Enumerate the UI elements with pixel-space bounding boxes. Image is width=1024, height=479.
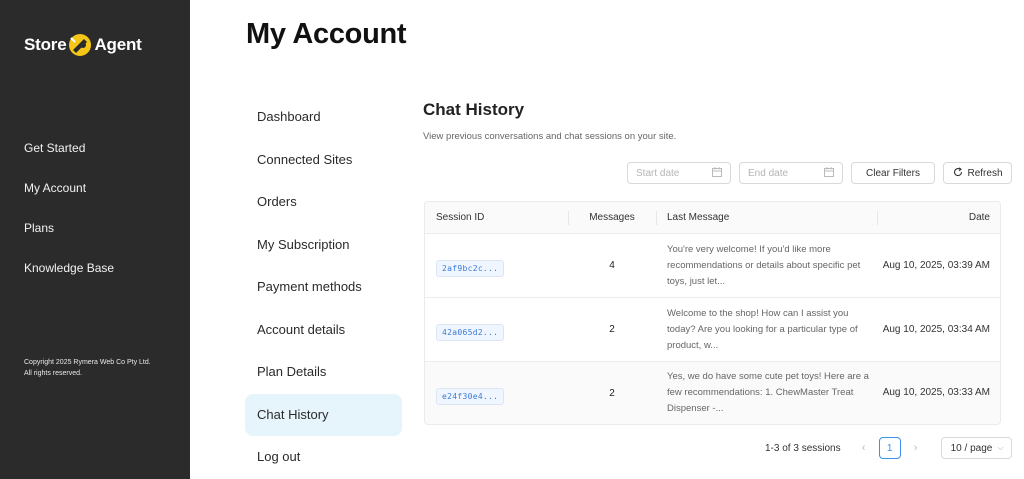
session-date: Aug 10, 2025, 03:39 AM [882, 259, 990, 271]
copyright-notice: Copyright 2025 Rymera Web Co Pty Ltd. Al… [24, 357, 174, 379]
last-message: Yes, we do have some cute pet toys! Here… [667, 371, 869, 414]
column-header-session-id: Session ID [436, 212, 485, 223]
session-id[interactable]: e24f30e4... [436, 387, 505, 405]
column-header-messages: Messages [568, 202, 656, 233]
page-size-select[interactable]: 10 / page ⌵ [940, 437, 1012, 459]
account-nav-dashboard[interactable]: Dashboard [245, 96, 402, 138]
account-nav-plan-details[interactable]: Plan Details [245, 351, 402, 393]
end-date-input[interactable]: End date [739, 162, 843, 184]
account-nav-chat-history[interactable]: Chat History [245, 393, 402, 436]
next-page-icon[interactable]: › [905, 437, 927, 459]
table-row[interactable]: 42a065d2... 2 Welcome to the shop! How c… [425, 298, 1000, 362]
sidebar-item-plans[interactable]: Plans [24, 218, 114, 258]
prev-page-icon[interactable]: ‹ [853, 437, 875, 459]
column-header-last-message: Last Message [656, 202, 877, 233]
session-id[interactable]: 2af9bc2c... [436, 260, 505, 277]
pagination-total: 1-3 of 3 sessions [765, 442, 841, 454]
section-title: Chat History [423, 100, 525, 119]
page-size-value: 10 / page [950, 442, 993, 454]
page-number-button[interactable]: 1 [878, 437, 901, 459]
pagination: 1-3 of 3 sessions ‹ 1 › 10 / page ⌵ [765, 437, 1012, 459]
copyright-rights: All rights reserved. [24, 370, 82, 377]
table-row[interactable]: 2af9bc2c... 4 You're very welcome! If yo… [425, 234, 1000, 298]
start-date-placeholder: Start date [636, 167, 680, 179]
brand-logo[interactable]: Store Agent [24, 32, 142, 58]
message-count: 2 [609, 387, 615, 399]
brand-name-part2: Agent [94, 35, 142, 54]
account-nav-orders[interactable]: Orders [245, 181, 402, 223]
last-message: You're very welcome! If you'd like more … [667, 243, 861, 287]
app-root: Store Agent Get Started My Account Plans… [0, 0, 1024, 479]
refresh-button[interactable]: Refresh [943, 162, 1012, 184]
sidebar-item-get-started[interactable]: Get Started [24, 138, 114, 178]
last-message: Welcome to the shop! How can I assist yo… [667, 307, 858, 351]
main-sidebar: Store Agent Get Started My Account Plans… [0, 0, 190, 479]
account-nav-my-subscription[interactable]: My Subscription [245, 224, 402, 266]
session-date: Aug 10, 2025, 03:33 AM [882, 387, 990, 398]
session-id[interactable]: 42a065d2... [436, 324, 505, 341]
calendar-icon [824, 166, 834, 180]
message-count: 2 [609, 324, 615, 335]
page-title: My Account [246, 18, 407, 50]
brand-name-part1: Store [24, 35, 67, 54]
refresh-label: Refresh [967, 167, 1003, 179]
account-nav-connected-sites[interactable]: Connected Sites [245, 139, 402, 181]
chevron-down-icon: ⌵ [997, 443, 1004, 452]
sidebar-item-knowledge-base[interactable]: Knowledge Base [24, 258, 114, 298]
copyright-line: Copyright 2025 Rymera Web Co Pty Ltd. [24, 359, 151, 366]
sidebar-nav: Get Started My Account Plans Knowledge B… [24, 138, 114, 298]
chat-history-section: Chat History View previous conversations… [423, 100, 1003, 142]
agent-logo-icon [67, 32, 93, 58]
session-date: Aug 10, 2025, 03:34 AM [882, 323, 990, 335]
account-nav-account-details[interactable]: Account details [245, 309, 402, 351]
start-date-input[interactable]: Start date [627, 162, 731, 184]
account-nav-payment-methods[interactable]: Payment methods [245, 266, 402, 308]
chat-sessions-table: Session ID Messages Last Message Date 2a… [424, 201, 1001, 425]
section-subtitle: View previous conversations and chat ses… [423, 131, 677, 142]
column-header-date: Date [877, 202, 1000, 233]
sidebar-item-my-account[interactable]: My Account [24, 178, 114, 218]
account-nav-log-out[interactable]: Log out [245, 436, 402, 478]
refresh-icon [953, 166, 963, 180]
message-count: 4 [609, 260, 615, 271]
filter-bar: Start date End date Clear Filters Refres… [627, 162, 1012, 184]
calendar-icon [712, 166, 722, 180]
table-row[interactable]: e24f30e4... 2 Yes, we do have some cute … [425, 362, 1000, 424]
account-nav: Dashboard Connected Sites Orders My Subs… [245, 96, 402, 479]
clear-filters-button[interactable]: Clear Filters [851, 162, 935, 184]
table-header: Session ID Messages Last Message Date [425, 202, 1000, 234]
end-date-placeholder: End date [748, 167, 789, 179]
